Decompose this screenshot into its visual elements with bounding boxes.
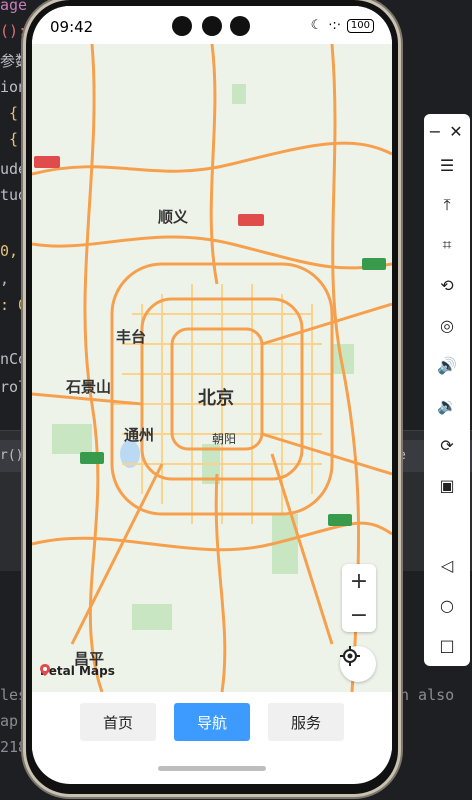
map-label: 通州 (124, 426, 155, 444)
ide-code-line: ion (0, 78, 28, 96)
minimize-icon[interactable]: − (426, 116, 444, 146)
zoom-out-button[interactable]: − (342, 598, 376, 632)
ide-code-line: e (398, 448, 406, 463)
camera-icon (202, 16, 222, 36)
attribution-text: Petal Maps (40, 664, 115, 678)
status-bar: 09:42 ☾ ⋅:⋅ 100 (32, 6, 392, 44)
ide-code-line: nCo (0, 350, 28, 368)
map-label: 丰台 (116, 328, 147, 346)
more-device-icon[interactable]: ▣ (432, 470, 462, 500)
phone-frame: 09:42 ☾ ⋅:⋅ 100 北京 丰台 石景山 通州 昌平 顺义 朝阳 + … (26, 0, 398, 794)
crop-icon[interactable]: ⌗ (432, 230, 462, 260)
status-time: 09:42 (50, 18, 94, 36)
tab-home[interactable]: 首页 (80, 703, 156, 741)
map-label: 北京 (198, 388, 234, 409)
ide-code-line: n also (400, 686, 455, 704)
ide-code-line: { (0, 130, 19, 148)
map-pin-icon (40, 664, 50, 676)
camera-icon (172, 16, 192, 36)
volume-up-icon[interactable]: 🔊 (432, 350, 462, 380)
back-icon[interactable]: ◁ (432, 550, 462, 580)
locate-button[interactable] (340, 646, 376, 682)
map-label: 朝阳 (212, 432, 237, 446)
recents-icon[interactable]: □ (432, 630, 462, 660)
screenshot-icon[interactable]: ◎ (432, 310, 462, 340)
ide-code-line: (): (0, 22, 28, 40)
tab-services[interactable]: 服务 (268, 703, 344, 741)
menu-icon[interactable]: ☰ (432, 150, 462, 180)
ide-code-line: tud (0, 186, 28, 204)
locate-icon (340, 646, 360, 666)
close-icon[interactable]: ✕ (446, 116, 466, 146)
ide-code-line: r() (0, 448, 24, 463)
battery-icon: 100 (346, 18, 374, 33)
bottom-tab-bar: 首页 导航 服务 (32, 692, 392, 752)
ide-code-line: rol (0, 378, 28, 396)
map-view[interactable]: 北京 丰台 石景山 通州 昌平 顺义 朝阳 + − Petal Maps (32, 44, 392, 692)
ide-code-line: 218 (0, 738, 28, 756)
status-icons: ☾ ⋅:⋅ 100 (311, 18, 374, 33)
ide-code-line: 0, (0, 242, 19, 260)
signal-icon: ⋅:⋅ (328, 18, 341, 33)
map-label: 石景山 (66, 378, 112, 396)
home-indicator[interactable] (158, 766, 266, 771)
phone-screen: 09:42 ☾ ⋅:⋅ 100 北京 丰台 石景山 通州 昌平 顺义 朝阳 + … (32, 6, 392, 784)
ide-code-line: , (0, 270, 10, 288)
map-attribution: Petal Maps (40, 664, 115, 678)
tab-navigation[interactable]: 导航 (174, 703, 250, 741)
pin-top-icon[interactable]: ⤒ (432, 190, 462, 220)
emulator-toolbar: − ✕ ☰ ⤒ ⌗ ⟲ ◎ 🔊 🔉 ⟳ ▣ ◁ ○ □ (424, 114, 470, 666)
ide-code-line: : 0 (0, 296, 28, 314)
rotate-icon[interactable]: ⟲ (432, 270, 462, 300)
map-label: 顺义 (158, 208, 189, 226)
moon-icon: ☾ (310, 18, 323, 33)
map-canvas (32, 44, 392, 692)
zoom-control: + − (342, 564, 376, 632)
ide-code-line: { (0, 104, 19, 122)
rotate-device-icon[interactable]: ⟳ (432, 430, 462, 460)
ide-code-line: ap. (0, 712, 28, 730)
volume-down-icon[interactable]: 🔉 (432, 390, 462, 420)
camera-icon (230, 16, 250, 36)
zoom-in-button[interactable]: + (342, 564, 376, 598)
ide-code-line: ude (0, 160, 28, 178)
ide-code-line: age (0, 0, 28, 14)
home-icon[interactable]: ○ (432, 590, 462, 620)
ide-code-line: les (0, 686, 28, 704)
